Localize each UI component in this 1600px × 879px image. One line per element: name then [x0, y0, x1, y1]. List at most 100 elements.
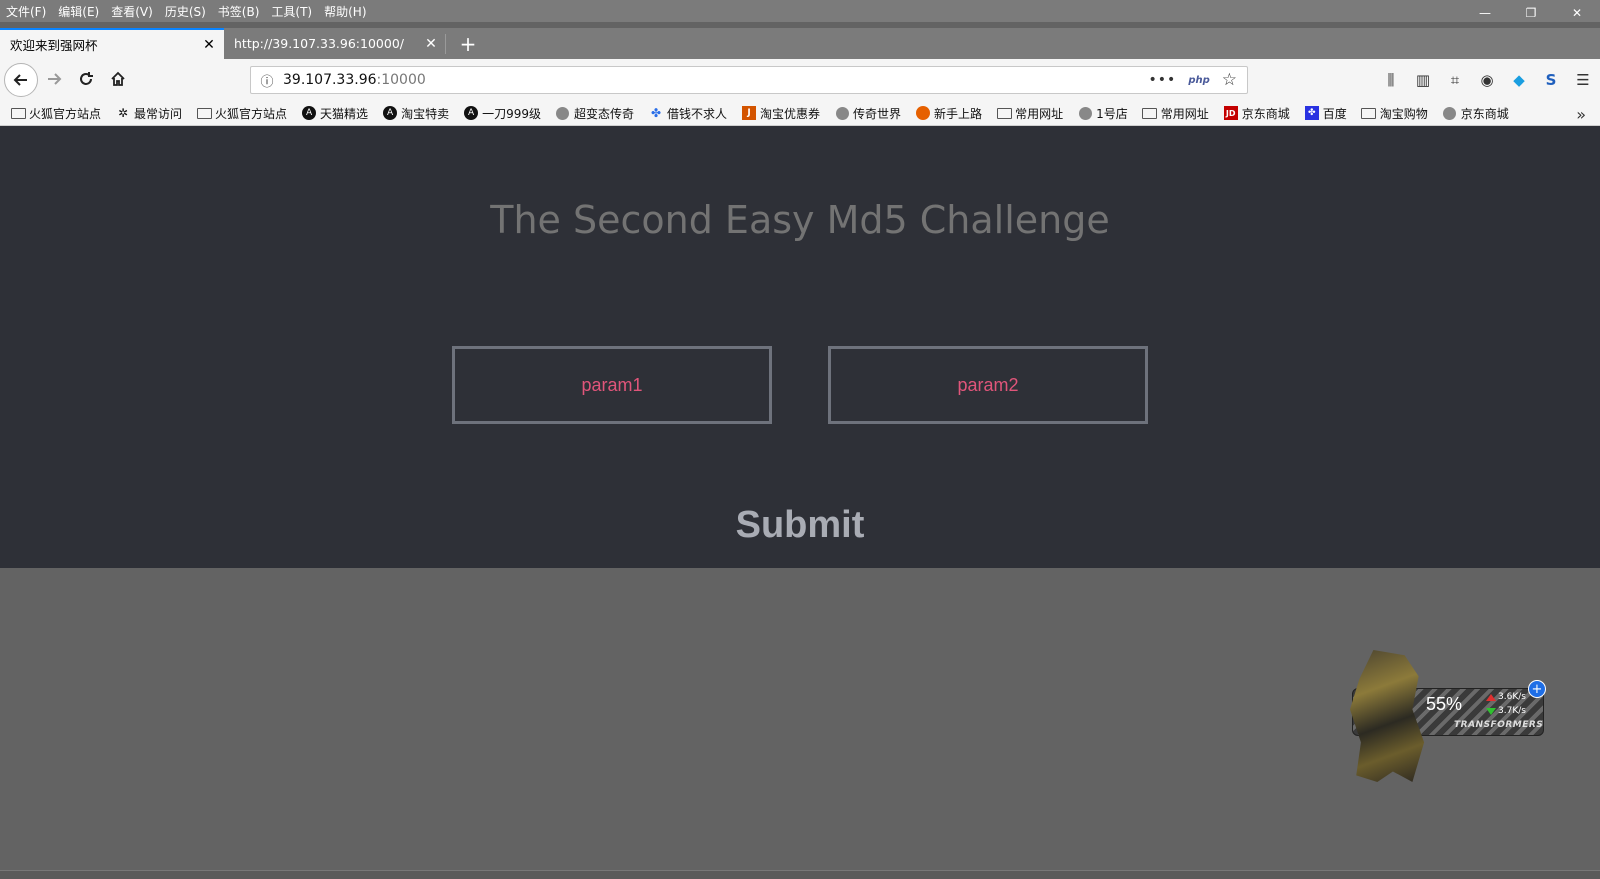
- bookmark-item[interactable]: JD 京东商城: [1223, 105, 1290, 122]
- coupon-icon: J: [741, 106, 757, 120]
- bookmark-item[interactable]: 超变态传奇: [555, 105, 634, 122]
- url-bar[interactable]: ⓘ 39.107.33.96:10000 ••• php ☆: [250, 66, 1248, 94]
- bookmark-item[interactable]: A 天猫精选: [301, 105, 368, 122]
- bookmark-item[interactable]: 常用网址: [1142, 105, 1209, 122]
- home-button[interactable]: [102, 63, 134, 95]
- s-extension-icon[interactable]: S: [1542, 71, 1560, 89]
- menu-edit[interactable]: 编辑(E): [52, 3, 105, 20]
- php-badge[interactable]: php: [1188, 75, 1209, 86]
- chevron-more-icon[interactable]: »: [1576, 105, 1586, 124]
- globe-icon: [834, 106, 850, 120]
- back-arrow-icon: [13, 74, 27, 86]
- page-title: The Second Easy Md5 Challenge: [490, 198, 1110, 242]
- bookmark-item[interactable]: 常用网址: [996, 105, 1063, 122]
- library-icon[interactable]: ⫼: [1382, 71, 1400, 89]
- network-speed-widget[interactable]: 55% 3.6K/s 3.7K/s TRANSFORMERS +: [1342, 650, 1546, 786]
- bookmark-label: 火狐官方站点: [29, 106, 102, 121]
- page-actions-icon[interactable]: •••: [1149, 72, 1177, 88]
- bookmark-item[interactable]: 新手上路: [915, 105, 982, 122]
- folder-icon: [996, 106, 1012, 120]
- home-icon: [111, 71, 125, 86]
- bookmark-label: 京东商城: [1241, 106, 1290, 121]
- submit-button[interactable]: Submit: [0, 504, 1600, 547]
- hamburger-menu-icon[interactable]: ☰: [1574, 71, 1592, 89]
- menu-bookmarks[interactable]: 书签(B): [212, 3, 266, 20]
- menu-help[interactable]: 帮助(H): [318, 3, 372, 20]
- upload-speed: 3.6K/s: [1498, 692, 1526, 702]
- bookmark-label: 天猫精选: [320, 106, 369, 121]
- bookmark-label: 超变态传奇: [573, 106, 634, 121]
- bookmark-label: 传奇世界: [853, 106, 902, 121]
- tab-title: http://39.107.33.96:10000/: [234, 36, 404, 51]
- param2-input[interactable]: param2: [828, 346, 1148, 424]
- reload-button[interactable]: [70, 63, 102, 95]
- menu-tools[interactable]: 工具(T): [265, 3, 318, 20]
- tab-title: 欢迎来到强网杯: [10, 38, 98, 53]
- widget-brand: TRANSFORMERS: [1454, 720, 1544, 730]
- bookmarks-bar: 火狐官方站点 ✲ 最常访问 火狐官方站点 A 天猫精选 A 淘宝特卖 A 一刀999级 …: [0, 101, 1600, 126]
- close-tab-icon[interactable]: ✕: [194, 37, 224, 53]
- page-content: The Second Easy Md5 Challenge param1 par…: [0, 126, 1600, 568]
- menu-bar: 文件(F) 编辑(E) 查看(V) 历史(S) 书签(B) 工具(T) 帮助(H…: [0, 0, 1600, 22]
- bird-extension-icon[interactable]: ◆: [1510, 71, 1528, 89]
- baidu-icon: ✤: [1304, 106, 1320, 120]
- bookmark-label: 1号店: [1096, 106, 1128, 121]
- menu-file[interactable]: 文件(F): [0, 3, 52, 20]
- forward-button[interactable]: [38, 63, 70, 95]
- new-tab-button[interactable]: +: [452, 28, 484, 59]
- minimize-button[interactable]: —: [1462, 0, 1508, 26]
- restore-button[interactable]: ❐: [1508, 0, 1554, 26]
- site-info-icon[interactable]: ⓘ: [251, 71, 283, 90]
- menu-history[interactable]: 历史(S): [159, 3, 212, 20]
- plus-icon[interactable]: +: [1528, 680, 1546, 698]
- bookmark-label: 淘宝购物: [1379, 106, 1428, 121]
- bookmark-item[interactable]: 1号店: [1077, 105, 1128, 122]
- globe-icon: [1077, 106, 1093, 120]
- globe-icon: [1442, 106, 1458, 120]
- gear-icon: ✲: [117, 106, 129, 120]
- jd-icon: JD: [1223, 106, 1239, 120]
- close-window-button[interactable]: ✕: [1554, 0, 1600, 26]
- tmall-icon: A: [301, 106, 317, 120]
- bookmark-label: 新手上路: [934, 106, 983, 121]
- folder-icon: [1361, 106, 1377, 120]
- bookmark-item[interactable]: 火狐官方站点: [196, 105, 287, 122]
- close-tab-icon[interactable]: ✕: [416, 36, 446, 52]
- game-icon: A: [463, 106, 479, 120]
- eye-extension-icon[interactable]: ◉: [1478, 71, 1496, 89]
- navigation-bar: ⓘ 39.107.33.96:10000 ••• php ☆ ⫼ ▥ ⌗ ◉ ◆…: [0, 59, 1600, 101]
- reload-icon: [80, 72, 93, 85]
- download-arrow-icon: [1486, 708, 1496, 715]
- upload-arrow-icon: [1486, 694, 1496, 701]
- url-bar-actions: ••• php ☆: [1149, 70, 1247, 90]
- bookmark-label: 淘宝特卖: [401, 106, 450, 121]
- bookmark-item[interactable]: A 淘宝特卖: [382, 105, 449, 122]
- bookmark-item[interactable]: 火狐官方站点: [10, 105, 101, 122]
- folder-icon: [1142, 106, 1158, 120]
- bookmark-item[interactable]: ✤ 借钱不求人: [648, 105, 727, 122]
- bookmark-star-icon[interactable]: ☆: [1222, 70, 1237, 90]
- firefox-icon: [915, 106, 931, 120]
- menu-view[interactable]: 查看(V): [105, 3, 159, 20]
- paw-icon: ✤: [650, 106, 662, 120]
- bookmark-item[interactable]: J 淘宝优惠券: [741, 105, 820, 122]
- bookmark-label: 常用网址: [1015, 106, 1064, 121]
- bookmark-item[interactable]: 京东商城: [1442, 105, 1509, 122]
- widget-percent: 55%: [1426, 694, 1463, 714]
- bookmark-item[interactable]: 传奇世界: [834, 105, 901, 122]
- tab-url[interactable]: http://39.107.33.96:10000/ ✕: [224, 28, 446, 59]
- url-port: :10000: [376, 72, 426, 88]
- bookmark-label: 淘宝优惠券: [760, 106, 821, 121]
- bookmark-item[interactable]: ✲ 最常访问: [115, 105, 182, 122]
- param1-input[interactable]: param1: [452, 346, 772, 424]
- screenshot-crop-icon[interactable]: ⌗: [1446, 71, 1464, 89]
- sidebar-icon[interactable]: ▥: [1414, 71, 1432, 89]
- back-button[interactable]: [4, 63, 38, 97]
- tab-welcome[interactable]: 欢迎来到强网杯 ✕: [0, 28, 224, 59]
- download-speed: 3.7K/s: [1498, 706, 1526, 716]
- folder-icon: [196, 106, 212, 120]
- url-host: 39.107.33.96: [283, 72, 377, 88]
- bookmark-item[interactable]: ✤ 百度: [1304, 105, 1347, 122]
- bookmark-item[interactable]: 淘宝购物: [1361, 105, 1428, 122]
- bookmark-item[interactable]: A 一刀999级: [463, 105, 541, 122]
